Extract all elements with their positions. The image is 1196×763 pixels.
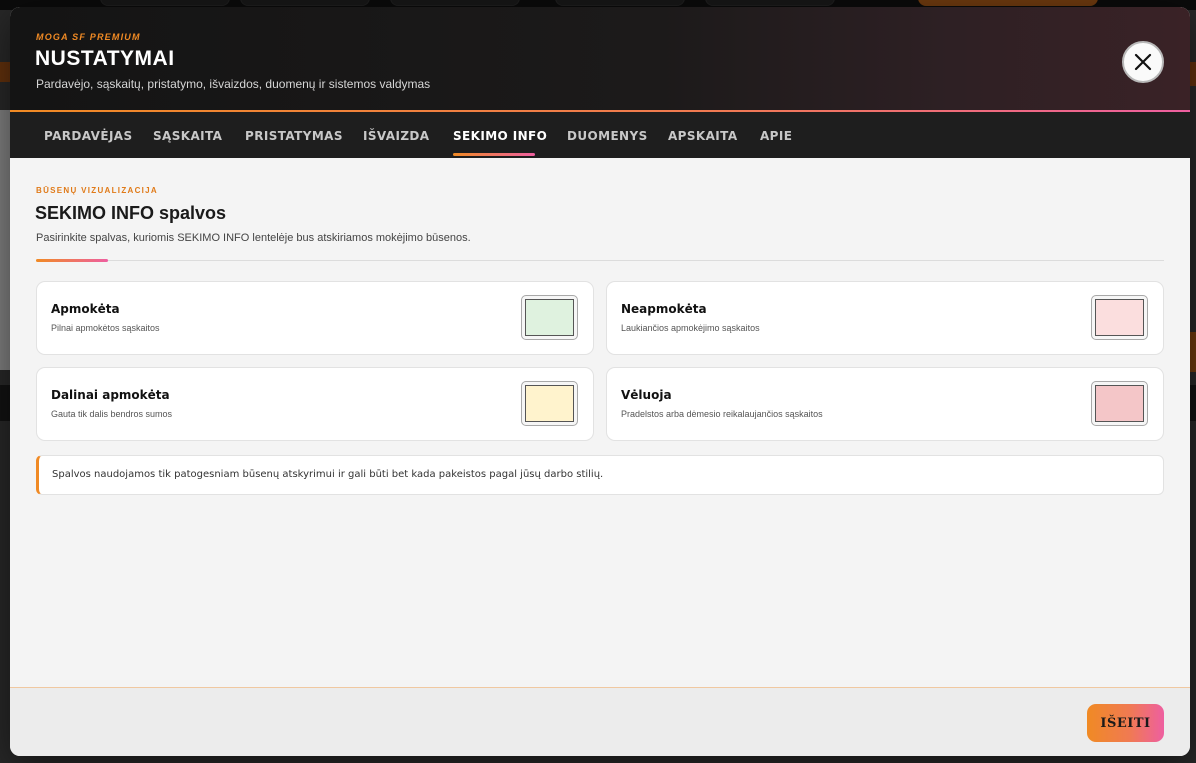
- modal-subtitle: Pardavėjo, sąskaitų, pristatymo, išvaizd…: [36, 77, 431, 91]
- exit-button[interactable]: IŠEITI: [1087, 704, 1164, 742]
- status-description: Pilnai apmokėtos sąskaitos: [51, 323, 160, 333]
- modal-footer: IŠEITI: [10, 687, 1190, 756]
- tab-apskaita[interactable]: APSKAITA: [668, 112, 738, 158]
- section-description: Pasirinkite spalvas, kuriomis SEKIMO INF…: [36, 232, 471, 244]
- tab-isvaizda[interactable]: IŠVAIZDA: [363, 112, 429, 158]
- color-picker-dalinai-apmoketa[interactable]: [521, 381, 578, 426]
- tab-sekimo-info[interactable]: SEKIMO INFO: [453, 112, 547, 158]
- color-swatch: [525, 299, 574, 336]
- status-description: Laukiančios apmokėjimo sąskaitos: [621, 323, 760, 333]
- status-card-dalinai-apmoketa: Dalinai apmokėta Gauta tik dalis bendros…: [36, 367, 594, 441]
- section-title: SEKIMO INFO spalvos: [35, 203, 227, 223]
- status-title: Vėluoja: [621, 388, 672, 402]
- active-tab-indicator: [453, 153, 535, 156]
- tab-pardavejas[interactable]: PARDAVĖJAS: [44, 112, 133, 158]
- status-card-apmoketa: Apmokėta Pilnai apmokėtos sąskaitos: [36, 281, 594, 355]
- settings-tabs: PARDAVĖJAS SĄSKAITA PRISTATYMAS IŠVAIZDA…: [10, 112, 1190, 158]
- status-description: Gauta tik dalis bendros sumos: [51, 409, 173, 419]
- tab-content: BŪSENŲ VIZUALIZACIJA SEKIMO INFO spalvos…: [10, 158, 1190, 688]
- tab-saskaita[interactable]: SĄSKAITA: [153, 112, 222, 158]
- info-note: Spalvos naudojamos tik patogesniam būsen…: [36, 455, 1164, 495]
- status-title: Neapmokėta: [621, 302, 707, 316]
- section-accent: [36, 259, 108, 262]
- color-picker-veluoja[interactable]: [1091, 381, 1148, 426]
- color-picker-neapmoketa[interactable]: [1091, 295, 1148, 340]
- close-button[interactable]: [1122, 41, 1164, 83]
- status-card-neapmoketa: Neapmokėta Laukiančios apmokėjimo sąskai…: [606, 281, 1164, 355]
- color-swatch: [1095, 385, 1144, 422]
- color-swatch: [525, 385, 574, 422]
- modal-title: NUSTATYMAI: [35, 47, 175, 70]
- tab-duomenys[interactable]: DUOMENYS: [567, 112, 648, 158]
- status-title: Apmokėta: [51, 302, 120, 316]
- status-title: Dalinai apmokėta: [51, 388, 170, 402]
- info-note-text: Spalvos naudojamos tik patogesniam būsen…: [52, 469, 604, 480]
- modal-header: MOGA SF PREMIUM NUSTATYMAI Pardavėjo, są…: [10, 7, 1190, 111]
- section-kicker: BŪSENŲ VIZUALIZACIJA: [36, 186, 159, 195]
- tab-apie[interactable]: APIE: [760, 112, 792, 158]
- color-swatch: [1095, 299, 1144, 336]
- color-picker-apmoketa[interactable]: [521, 295, 578, 340]
- tab-pristatymas[interactable]: PRISTATYMAS: [245, 112, 343, 158]
- brand-label: MOGA SF PREMIUM: [36, 32, 141, 42]
- status-card-veluoja: Vėluoja Pradelstos arba dėmesio reikalau…: [606, 367, 1164, 441]
- status-description: Pradelstos arba dėmesio reikalaujančios …: [621, 409, 823, 419]
- close-icon: [1134, 53, 1152, 71]
- section-divider: [36, 260, 1164, 261]
- settings-modal: MOGA SF PREMIUM NUSTATYMAI Pardavėjo, są…: [10, 7, 1190, 756]
